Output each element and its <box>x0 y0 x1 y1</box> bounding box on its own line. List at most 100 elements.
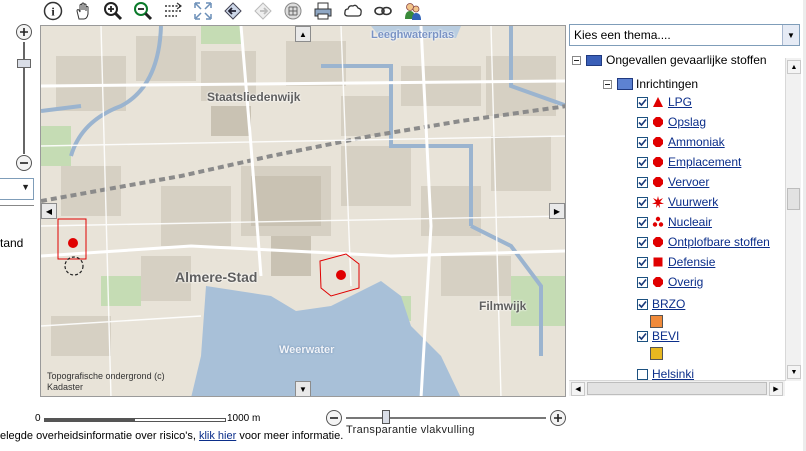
tree-vertical-scrollbar[interactable]: ▲ ▼ <box>785 58 801 381</box>
layer-label[interactable]: LPG <box>668 95 692 109</box>
layer-checkbox[interactable] <box>637 330 648 342</box>
layer-label[interactable]: Ontplofbare stoffen <box>668 235 770 249</box>
arrow-down-icon: ▼ <box>790 368 798 376</box>
layer-checkbox[interactable] <box>637 136 648 148</box>
tree-parent-label[interactable]: Ongevallen gevaarlijke stoffen <box>606 55 767 67</box>
layer-label[interactable]: Overig <box>668 275 703 289</box>
map-label-leeghwaterplas: Leeghwaterplas <box>371 29 455 41</box>
attribution-line: Topografische ondergrond (c) <box>47 371 165 381</box>
layer-checkbox[interactable] <box>637 196 648 208</box>
layer-checkbox[interactable] <box>637 216 648 228</box>
tree-item-row: Vuurwerk <box>637 193 718 211</box>
theme-select[interactable]: Kies een thema.... ▼ <box>569 24 800 46</box>
tree-item-row: Defensie <box>637 253 715 271</box>
map-label-weerwater: Weerwater <box>279 344 335 356</box>
arrow-up-icon: ▲ <box>790 63 798 71</box>
scale-end: 1000 m <box>227 413 261 424</box>
layer-checkbox[interactable] <box>637 96 648 108</box>
pan-up-button[interactable]: ▲ <box>295 26 311 42</box>
map-label-filmwijk: Filmwijk <box>479 299 527 313</box>
pan-hand-icon[interactable] <box>72 0 94 22</box>
arrow-down-icon: ▼ <box>299 384 307 394</box>
tree-group-label[interactable]: Inrichtingen <box>636 77 698 91</box>
grid-icon[interactable] <box>282 0 304 22</box>
pan-down-button[interactable]: ▼ <box>295 381 311 396</box>
pan-right-button[interactable]: ▶ <box>549 203 565 219</box>
octagon-icon <box>652 236 664 248</box>
plus-icon <box>554 414 562 422</box>
scroll-thumb[interactable] <box>587 382 767 395</box>
map-label-staatsliedenwijk: Staatsliedenwijk <box>207 90 301 104</box>
layer-label[interactable]: BEVI <box>652 329 679 343</box>
layer-label[interactable]: Nucleair <box>668 215 712 229</box>
scroll-left-button[interactable]: ◀ <box>571 382 585 396</box>
scale-bar <box>44 418 226 422</box>
scroll-down-button[interactable]: ▼ <box>787 365 801 379</box>
zoom-in-icon[interactable] <box>102 0 124 22</box>
zoom-out-icon[interactable] <box>132 0 154 22</box>
layer-checkbox[interactable] <box>637 368 648 380</box>
scroll-right-button[interactable]: ▶ <box>769 382 783 396</box>
footer-text: elegde overheidsinformatie over risico's… <box>0 430 343 442</box>
arrow-left-icon: ◀ <box>45 206 53 216</box>
map-view[interactable]: Leeghwaterplas Staatsliedenwijk Almere-S… <box>40 25 566 397</box>
tree-item-row: Emplacement <box>637 153 741 171</box>
scroll-thumb[interactable] <box>787 188 800 210</box>
layer-label[interactable]: BRZO <box>652 297 685 311</box>
risk-marker[interactable] <box>68 238 78 248</box>
layer-checkbox[interactable] <box>637 156 648 168</box>
full-extent-icon[interactable] <box>192 0 214 22</box>
layer-checkbox[interactable] <box>637 298 648 310</box>
layer-label[interactable]: Ammoniak <box>668 135 725 149</box>
cloud-icon[interactable] <box>342 0 364 22</box>
tree-group-row: Inrichtingen <box>603 75 698 93</box>
back-icon[interactable] <box>222 0 244 22</box>
layer-label[interactable]: Vuurwerk <box>668 195 718 209</box>
zoom-in-button[interactable] <box>16 24 32 40</box>
transparency-decrease-button[interactable] <box>326 410 342 426</box>
theme-select-value: Kies een thema.... <box>574 28 671 42</box>
layer-checkbox[interactable] <box>637 276 648 288</box>
users-icon[interactable] <box>402 0 424 22</box>
forward-icon[interactable] <box>252 0 274 22</box>
layer-checkbox[interactable] <box>637 256 648 268</box>
transparency-handle[interactable] <box>382 410 390 424</box>
arrow-up-icon: ▲ <box>299 29 307 39</box>
layer-checkbox[interactable] <box>637 116 648 128</box>
measure-icon[interactable] <box>162 0 184 22</box>
tree-parent-row: Ongevallen gevaarlijke stoffen <box>572 55 767 69</box>
print-icon[interactable] <box>312 0 334 22</box>
info-icon[interactable]: i <box>42 0 64 22</box>
risk-marker[interactable] <box>336 270 346 280</box>
layer-label[interactable]: Defensie <box>668 255 715 269</box>
zoom-out-button[interactable] <box>16 155 32 171</box>
layer-label[interactable]: Vervoer <box>668 175 709 189</box>
tree-horizontal-scrollbar[interactable]: ◀ ▶ <box>569 380 785 396</box>
footer-link[interactable]: klik hier <box>199 430 236 442</box>
layer-checkbox[interactable] <box>637 236 648 248</box>
zoom-slider-handle[interactable] <box>17 59 31 68</box>
scroll-up-button[interactable]: ▲ <box>787 60 801 74</box>
collapse-icon[interactable] <box>603 79 612 89</box>
layer-label[interactable]: Emplacement <box>668 155 741 169</box>
tree-item-row: Nucleair <box>637 213 712 231</box>
transparency-increase-button[interactable] <box>550 410 566 426</box>
scale-start: 0 <box>35 413 41 424</box>
arrow-right-icon: ▶ <box>773 386 779 393</box>
octagon-icon <box>652 156 664 168</box>
transparency-track[interactable] <box>346 417 546 419</box>
layer-checkbox[interactable] <box>637 176 648 188</box>
octagon-icon <box>652 116 664 128</box>
footer-text-after: voor meer informatie. <box>239 430 344 442</box>
plus-icon <box>20 28 28 36</box>
left-cut-label: tand <box>0 236 24 250</box>
link-icon[interactable] <box>372 0 394 22</box>
collapse-icon[interactable] <box>572 55 581 65</box>
arrow-left-icon: ◀ <box>575 386 581 393</box>
pan-left-button[interactable]: ◀ <box>41 203 57 219</box>
layer-label[interactable]: Helsinki <box>652 367 694 380</box>
layer-label[interactable]: Opslag <box>668 115 706 129</box>
left-dropdown[interactable]: ▼ <box>0 178 34 200</box>
tree-item-row: BRZO <box>637 295 685 313</box>
theme-select-arrow[interactable]: ▼ <box>782 25 799 45</box>
